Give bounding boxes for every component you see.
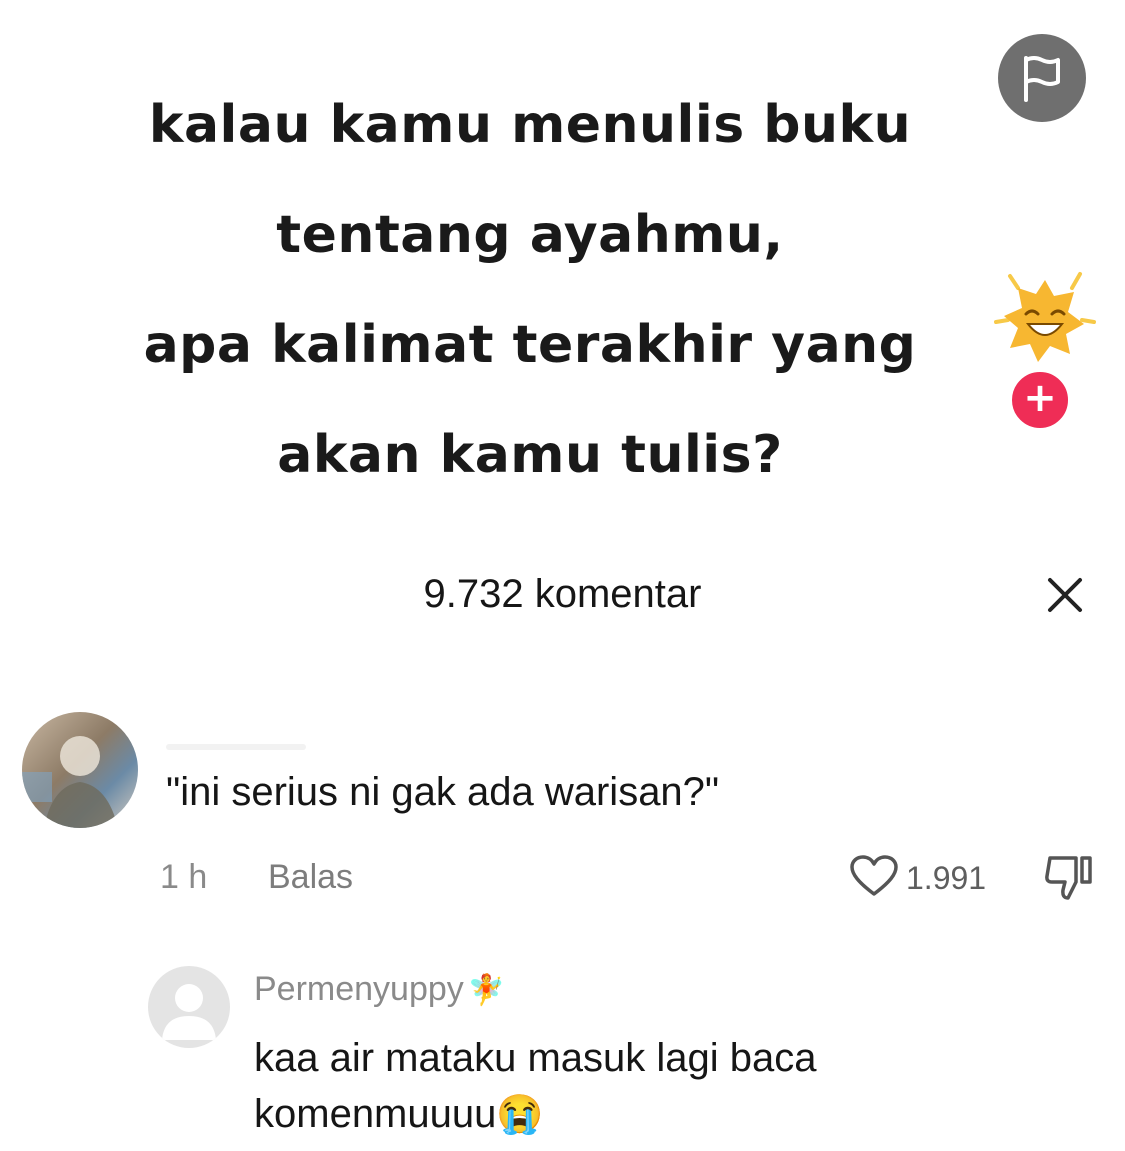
caption-line-4: akan kamu tulis? [277,425,783,485]
plus-icon: + [1023,375,1057,421]
heart-icon[interactable] [848,854,900,898]
reply-item: Permenyuppy 🧚 kaa air mataku masuk lagi b… [0,960,1125,1150]
caption-line-2: tentang ayahmu, [276,205,784,265]
laughing-sun-sticker-icon [990,262,1100,372]
follow-plus-button[interactable]: + [1008,368,1072,432]
report-button[interactable] [998,34,1086,122]
flag-icon [1024,56,1060,102]
reply-text-line-2-text: komenmuuuu [254,1092,497,1136]
avatar[interactable] [22,712,138,828]
tiktok-comment-screen: kalau kamu menulis buku tentang ayahmu, … [0,0,1125,1151]
reply-text-line-1: kaa air mataku masuk lagi baca [254,1036,817,1080]
like-count: 1.991 [906,860,987,896]
crying-face-icon: 😭 [496,1094,544,1136]
comment-item: "ini serius ni gak ada warisan?" 1 h Bal… [0,708,1125,908]
comment-count: 9.732 komentar [423,572,702,616]
comment-time: 1 h [160,858,208,896]
reply-button[interactable]: Balas [268,858,353,897]
comment-text: "ini serius ni gak ada warisan?" [166,770,720,814]
caption-line-1: kalau kamu menulis buku [148,95,912,155]
reply-text: kaa air mataku masuk lagi baca komenmuuu… [254,1030,1054,1143]
video-caption: kalau kamu menulis buku tentang ayahmu, … [80,70,980,510]
avatar[interactable] [148,966,230,1048]
thumbs-down-icon[interactable] [1042,854,1096,902]
close-icon[interactable] [1040,570,1090,620]
fairy-icon: 🧚 [467,974,506,1007]
comments-header: 9.732 komentar [0,560,1125,630]
reply-author-name: Permenyuppy [254,970,464,1008]
reply-text-line-2: komenmuuuu😭 [254,1086,1054,1143]
reply-author[interactable]: Permenyuppy 🧚 [254,970,505,1009]
comment-author-redacted [166,744,306,750]
caption-line-3: apa kalimat terakhir yang [143,315,917,375]
